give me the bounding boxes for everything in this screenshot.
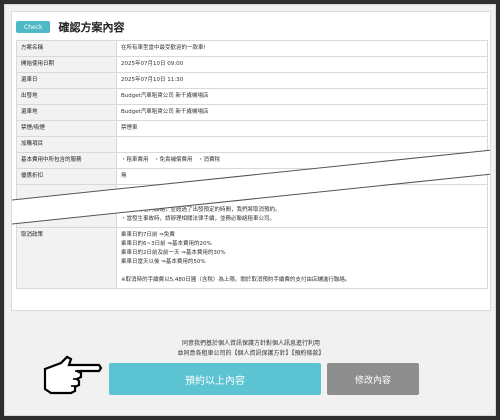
row-label: 加購項目 — [16, 136, 117, 153]
row-value: 無 — [116, 168, 488, 185]
row-value-line: 2025年07月10日 11:30 — [121, 77, 184, 83]
table-row: 方案名稱 在所有車型當中最受歡迎的一款車! — [16, 40, 488, 57]
row-value-line: ・租車費用 ・免責補償費用 ・消費稅 — [121, 157, 221, 163]
table-row: 取消政策 乘車日的7日前 ⇒免費乘車日的6~3日前 ⇒基本費用的20% 乘車日的2日… — [16, 227, 488, 289]
table-row: ・不可直接指定車型以外的車輛。・租車時間延長需由租車公司進行判斷。・若沒有任何聯… — [16, 184, 488, 228]
row-label: 方案名稱 — [16, 40, 117, 57]
table-row: 開始使用日期 2025年07月10日 09:00 — [16, 56, 488, 73]
row-value-line: ・租車時間延長需由租車公司進行判斷。 — [121, 198, 221, 204]
row-value-line: Budget汽車租賃公司 新千歲機場店 — [121, 109, 209, 115]
check-badge: Check — [16, 21, 51, 33]
plan-summary-card: Check 確認方案內容 方案名稱 在所有車型當中最受歡迎的一款車! 開始使用日期 2… — [11, 11, 491, 311]
row-value-line — [121, 140, 483, 149]
reserve-button[interactable]: 預約以上內容 — [109, 363, 321, 395]
row-value: 2025年07月10日 09:00 — [116, 56, 488, 73]
modify-button[interactable]: 修改內容 — [327, 363, 419, 395]
table-row: 優惠折扣無 — [16, 168, 488, 185]
row-value: 在所有車型當中最受歡迎的一款車! — [116, 40, 488, 57]
row-value: Budget汽車租賃公司 新千歲機場店 — [116, 88, 488, 105]
row-value-line: ・不可直接指定車型以外的車輛。 — [121, 189, 204, 195]
table-row: 還車日 2025年07月10日 11:30 — [16, 72, 488, 89]
row-value-line: ※取消時的手續費以5,480日圓（含稅）為上限。關於取消預約手續費的支付由店舖進… — [121, 277, 351, 283]
row-value-line — [121, 267, 483, 276]
table-row: 還車地 Budget汽車租賃公司 新千歲機場店 — [16, 104, 488, 121]
row-value: Budget汽車租賃公司 新千歲機場店 — [116, 104, 488, 121]
row-label: 取消政策 — [16, 227, 117, 289]
row-label: 出發地 — [16, 88, 117, 105]
row-value — [116, 136, 488, 153]
row-value-line: 乘車日的6~3日前 ⇒基本費用的20% — [121, 241, 212, 247]
table-row: 基本費用中所包含的服務 ・租車費用 ・免責補償費用 ・消費稅 — [16, 152, 488, 169]
table-row: 禁煙/吸煙 禁煙車 — [16, 120, 488, 137]
pointing-hand-icon — [43, 355, 103, 395]
row-value-line: 在所有車型當中最受歡迎的一款車! — [121, 45, 206, 51]
row-value-line: ・若沒有任何聯絡，並超過了出發預定的時間，我們將取消預約。 — [121, 207, 281, 213]
row-label: 優惠折扣 — [16, 168, 117, 185]
row-label: 開始使用日期 — [16, 56, 117, 73]
row-value-line: 乘車日當天以後 ⇒基本費用的50% — [121, 259, 206, 265]
row-value-line: 2025年07月10日 09:00 — [121, 61, 184, 67]
row-value: ・不可直接指定車型以外的車輛。・租車時間延長需由租車公司進行判斷。・若沒有任何聯… — [116, 184, 488, 228]
row-value-line: 禁煙車 — [121, 125, 138, 131]
row-value-line: ・當發生事故時，請辦理相關法律手續，並務必聯絡租車公司。 — [121, 216, 276, 222]
agreement-line-1: 同意我們基於個人資訊保護方針對個人訊息進行利用 — [181, 340, 320, 347]
row-label — [16, 184, 117, 228]
row-value-line: Budget汽車租賃公司 新千歲機場店 — [121, 93, 209, 99]
section-header: Check 確認方案內容 — [16, 18, 124, 36]
page-title: 確認方案內容 — [58, 21, 125, 34]
row-value-line: 乘車日的2日前及前一天 ⇒基本費用的30% — [121, 250, 226, 256]
table-row: 加購項目 — [16, 136, 488, 153]
row-value: 乘車日的7日前 ⇒免費乘車日的6~3日前 ⇒基本費用的20% 乘車日的2日前及前一… — [116, 227, 488, 289]
row-label: 還車日 — [16, 72, 117, 89]
row-label: 還車地 — [16, 104, 117, 121]
row-value: ・租車費用 ・免責補償費用 ・消費稅 — [116, 152, 488, 169]
table-row: 出發地 Budget汽車租賃公司 新千歲機場店 — [16, 88, 488, 105]
row-value-line: 無 — [121, 173, 127, 179]
row-value: 2025年07月10日 11:30 — [116, 72, 488, 89]
row-label: 禁煙/吸煙 — [16, 120, 117, 137]
page-panel: Check 確認方案內容 方案名稱 在所有車型當中最受歡迎的一款車! 開始使用日期 2… — [4, 4, 496, 416]
row-value: 禁煙車 — [116, 120, 488, 137]
row-label: 基本費用中所包含的服務 — [16, 152, 117, 169]
plan-details-table: 方案名稱 在所有車型當中最受歡迎的一款車! 開始使用日期 2025年07月10日 09… — [16, 40, 488, 289]
row-value-line: 乘車日的7日前 ⇒免費 — [121, 232, 175, 238]
